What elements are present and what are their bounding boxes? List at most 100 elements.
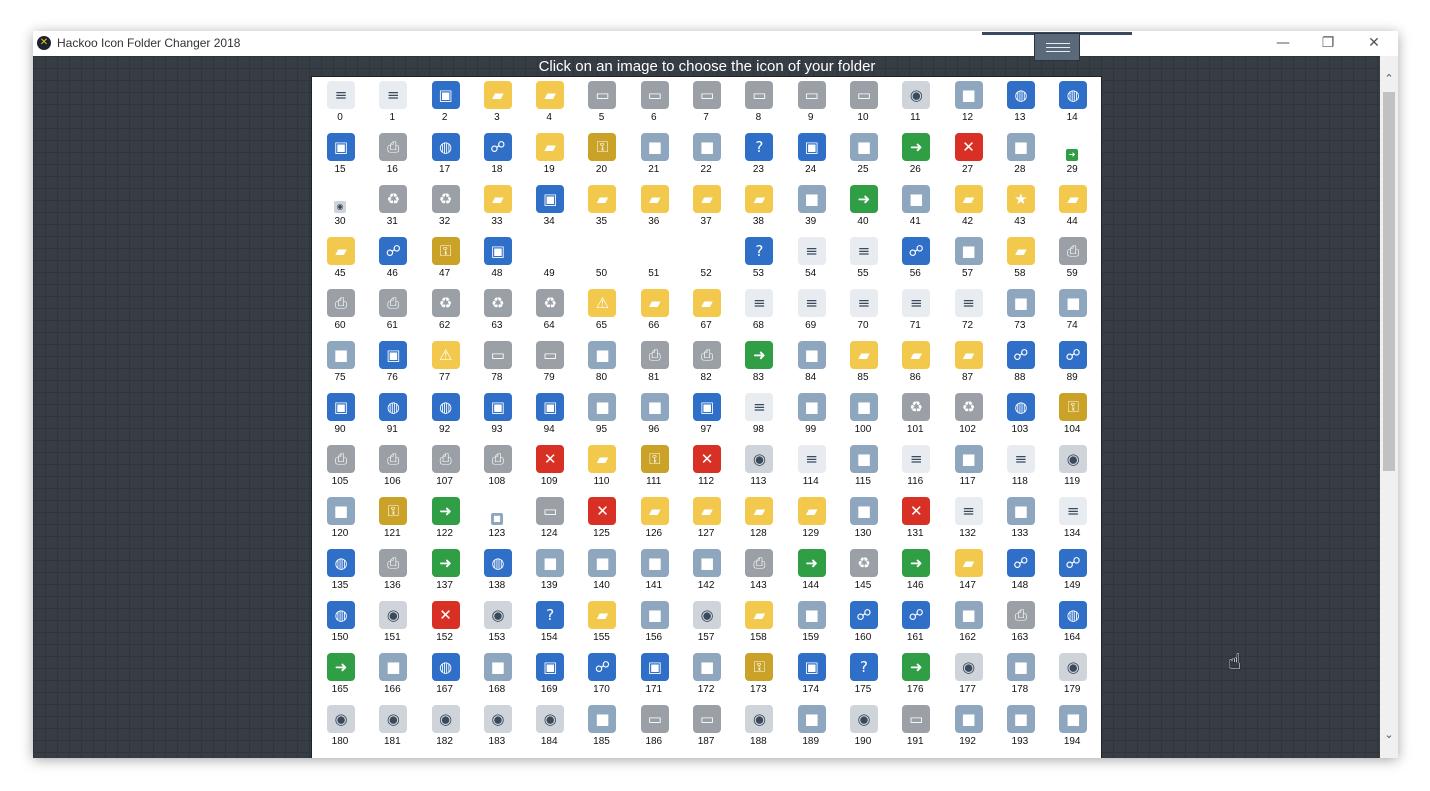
scrollbar-thumb[interactable]: [1383, 92, 1395, 471]
favorites-star-icon[interactable]: ★: [1006, 185, 1035, 213]
icon-cell[interactable]: ⎙ 163: [994, 599, 1046, 651]
icon-cell[interactable]: ◉ 188: [732, 703, 784, 755]
control-panel-icon[interactable]: ■: [640, 133, 669, 161]
icon-cell[interactable]: ▣ 24: [785, 131, 837, 183]
icon-cell[interactable]: ◍ 17: [419, 131, 471, 183]
monitor-contrast-icon[interactable]: ▣: [797, 653, 826, 681]
icon-cell[interactable]: ■ 80: [575, 339, 627, 391]
window-run-icon[interactable]: ▣: [379, 341, 408, 369]
close-button[interactable]: ✕: [1351, 31, 1397, 56]
icon-cell[interactable]: ▣ 93: [471, 391, 523, 443]
play-icon[interactable]: ➜: [431, 549, 460, 577]
gear-window-icon[interactable]: ▣: [536, 653, 565, 681]
cd-rom-icon[interactable]: ◉: [327, 705, 355, 733]
icon-cell[interactable]: ◉ 183: [471, 703, 523, 755]
open-folder-icon[interactable]: ▰: [536, 81, 565, 109]
drive-icon[interactable]: ▭: [693, 81, 722, 109]
icon-cell[interactable]: ■ 142: [680, 547, 732, 599]
floppy-disk-icon[interactable]: ▭: [640, 81, 669, 109]
icon-cell[interactable]: ■ 28: [994, 131, 1046, 183]
settings-document-icon[interactable]: ≡: [902, 289, 931, 317]
icon-cell[interactable]: ▭ 187: [680, 703, 732, 755]
icon-cell[interactable]: ▰ 37: [680, 183, 732, 235]
dvd-r-icon[interactable]: ◉: [536, 705, 565, 733]
icon-cell[interactable]: ⎙ 61: [366, 287, 418, 339]
icon-cell[interactable]: ? 53: [732, 235, 784, 287]
globe-network-icon[interactable]: ◍: [483, 549, 512, 577]
icon-cell[interactable]: ▭ 6: [628, 79, 680, 131]
camera-icon[interactable]: ■: [954, 445, 983, 473]
icon-cell[interactable]: ◉ 181: [366, 703, 418, 755]
help-cd-icon[interactable]: ◉: [1059, 653, 1088, 681]
icon-cell[interactable]: ▰ 44: [1046, 183, 1098, 235]
icon-cell[interactable]: ▭ 186: [628, 703, 680, 755]
icon-cell[interactable]: ☍ 149: [1046, 547, 1098, 599]
icon-cell[interactable]: ≡ 72: [942, 287, 994, 339]
printer-default-icon[interactable]: ⎙: [693, 341, 722, 369]
printer-check-icon[interactable]: ⎙: [640, 341, 669, 369]
deleted-list-icon[interactable]: ✕: [588, 497, 617, 525]
icon-cell[interactable]: ➜ 176: [889, 651, 941, 703]
icon-cell[interactable]: ▰ 19: [523, 131, 575, 183]
download-arrow-icon[interactable]: ➜: [431, 497, 460, 525]
programs-folder-icon[interactable]: ▰: [536, 133, 565, 161]
icon-cell[interactable]: ▰ 67: [680, 287, 732, 339]
speakers-icon[interactable]: ■: [483, 653, 512, 681]
icon-cell[interactable]: ▣ 90: [314, 391, 366, 443]
cd-red-small-icon[interactable]: ◉: [693, 601, 722, 629]
icon-cell[interactable]: ◍ 14: [1046, 79, 1098, 131]
network-refresh-icon[interactable]: ☍: [379, 237, 408, 265]
camera-scan-icon[interactable]: ■: [536, 549, 565, 577]
icon-cell[interactable]: ■ 156: [628, 599, 680, 651]
help-window-icon[interactable]: ?: [849, 653, 878, 681]
icon-cell[interactable]: ≡ 114: [785, 443, 837, 495]
folder-icon[interactable]: ▰: [483, 81, 512, 109]
icon-cell[interactable]: ▰ 158: [732, 599, 784, 651]
folder-documents-icon[interactable]: ▰: [1006, 237, 1035, 265]
chat-bubble-icon[interactable]: ■: [693, 653, 722, 681]
icon-cell[interactable]: ☍ 46: [366, 235, 418, 287]
icon-cell[interactable]: ■ 115: [837, 443, 889, 495]
film-icon[interactable]: ■: [849, 445, 878, 473]
recycle-bin-icon[interactable]: ♻: [536, 289, 565, 317]
icon-cell[interactable]: ➜ 122: [419, 495, 471, 547]
music-document-icon[interactable]: ≡: [902, 445, 931, 473]
drive-slot-icon[interactable]: ▭: [693, 705, 722, 733]
paint-brush-icon[interactable]: ■: [640, 549, 669, 577]
drive-small-icon[interactable]: ▭: [902, 705, 931, 733]
taskbar-settings-icon[interactable]: ■: [797, 185, 826, 213]
icon-cell[interactable]: ▣ 48: [471, 235, 523, 287]
help-icon[interactable]: ?: [745, 133, 774, 161]
users-folder-icon[interactable]: ▰: [745, 601, 774, 629]
icon-cell[interactable]: ≡ 116: [889, 443, 941, 495]
shortcut-arrow-icon[interactable]: ➜: [1066, 149, 1079, 161]
window-icon[interactable]: ▣: [431, 81, 460, 109]
window-list-icon[interactable]: ▣: [483, 393, 512, 421]
icon-cell[interactable]: ■ 25: [837, 131, 889, 183]
icon-cell[interactable]: ◉ 190: [837, 703, 889, 755]
icon-cell[interactable]: ▭ 5: [575, 79, 627, 131]
pie-chart-icon[interactable]: ■: [379, 653, 408, 681]
icon-cell[interactable]: ☍ 88: [994, 339, 1046, 391]
icon-cell[interactable]: ✕ 152: [419, 599, 471, 651]
cd-red-icon[interactable]: ◉: [379, 601, 408, 629]
icon-cell[interactable]: ➜ 146: [889, 547, 941, 599]
gear-file-icon[interactable]: ≡: [954, 289, 983, 317]
hand-cursor-icon[interactable]: ■: [797, 393, 826, 421]
memory-card-icon[interactable]: ■: [797, 705, 826, 733]
icon-cell[interactable]: ■ 117: [942, 443, 994, 495]
icon-cell[interactable]: ◍ 135: [314, 547, 366, 599]
recycle-bin-full-icon[interactable]: ♻: [431, 185, 460, 213]
icon-cell[interactable]: ■ 100: [837, 391, 889, 443]
icon-cell[interactable]: ■51: [628, 235, 680, 287]
lock-icon[interactable]: ⚿: [431, 237, 460, 265]
music-add-icon[interactable]: ■: [1006, 653, 1035, 681]
icon-cell[interactable]: ➜ 137: [419, 547, 471, 599]
icon-cell[interactable]: ✕ 131: [889, 495, 941, 547]
icon-cell[interactable]: ▭ 79: [523, 339, 575, 391]
icon-cell[interactable]: ⎙ 16: [366, 131, 418, 183]
icon-cell[interactable]: ◉ 184: [523, 703, 575, 755]
icon-cell[interactable]: ≡ 1: [366, 79, 418, 131]
icon-cell[interactable]: ▰ 126: [628, 495, 680, 547]
icon-cell[interactable]: ☍ 56: [889, 235, 941, 287]
